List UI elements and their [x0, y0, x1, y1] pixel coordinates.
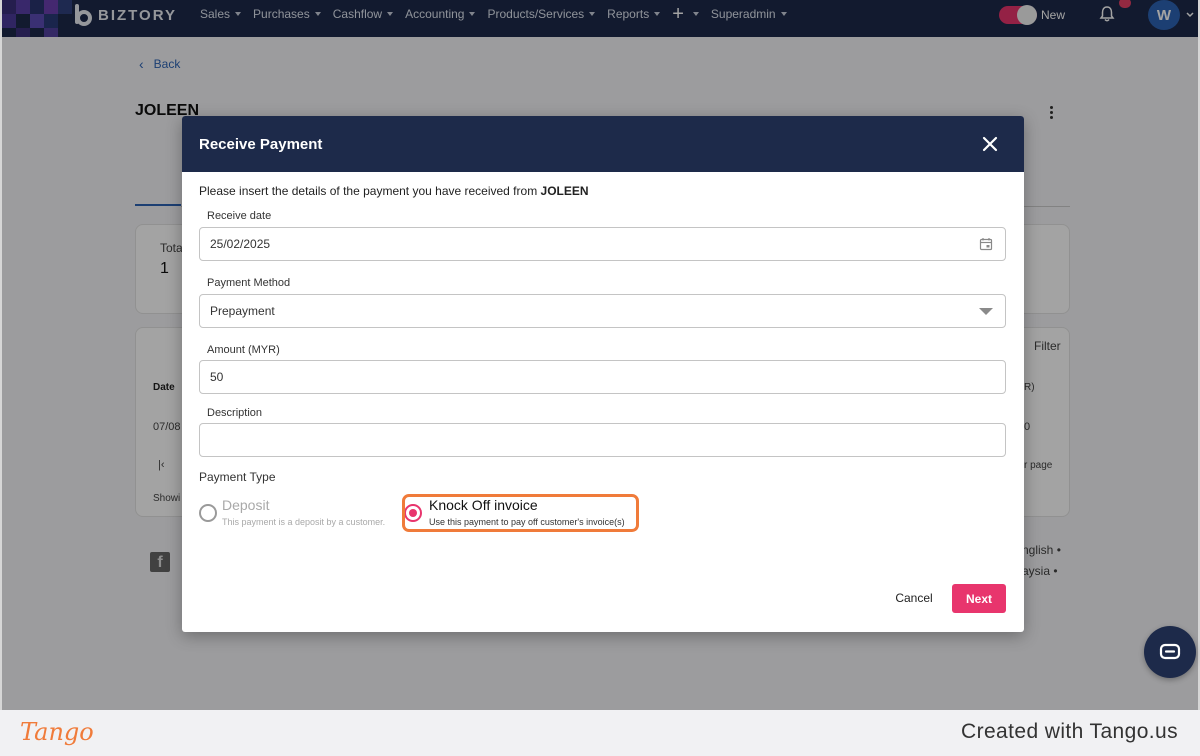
dialog-title: Receive Payment: [199, 135, 323, 153]
next-button[interactable]: Next: [952, 584, 1006, 613]
amount-field[interactable]: 50: [199, 360, 1006, 394]
dialog-intro: Please insert the details of the payment…: [199, 184, 589, 198]
payment-method-select[interactable]: Prepayment: [199, 294, 1006, 328]
close-icon[interactable]: [982, 136, 998, 152]
amount-label: Amount (MYR): [207, 344, 280, 356]
receive-date-label: Receive date: [207, 210, 272, 222]
payment-method-label: Payment Method: [207, 277, 291, 289]
receive-date-value: 25/02/2025: [210, 237, 271, 251]
receive-payment-dialog: Receive Payment Please insert the detail…: [182, 116, 1024, 632]
description-input[interactable]: [199, 423, 1006, 457]
deposit-radio[interactable]: [199, 504, 217, 522]
step-highlight-box: [402, 494, 639, 532]
chat-support-button[interactable]: [1144, 626, 1196, 678]
deposit-option-desc: This payment is a deposit by a customer.: [222, 517, 386, 527]
payment-method-value: Prepayment: [210, 304, 275, 318]
description-label: Description: [207, 407, 263, 419]
intro-text: Please insert the details of the payment…: [199, 184, 541, 198]
tango-logo: Tango: [20, 718, 94, 746]
tango-footer: Tango Created with Tango.us: [0, 710, 1200, 756]
dropdown-arrow-icon: [979, 308, 993, 315]
created-with-text: Created with Tango.us: [961, 720, 1178, 743]
intro-customer-name: JOLEEN: [540, 184, 589, 198]
deposit-option-title: Deposit: [222, 497, 270, 513]
payment-type-label: Payment Type: [199, 470, 276, 484]
receive-date-field[interactable]: 25/02/2025: [199, 227, 1006, 261]
calendar-icon[interactable]: [979, 237, 993, 251]
dialog-header: Receive Payment: [182, 116, 1024, 172]
chat-icon: [1159, 643, 1181, 660]
amount-value: 50: [210, 370, 224, 384]
cancel-button[interactable]: Cancel: [888, 584, 940, 612]
